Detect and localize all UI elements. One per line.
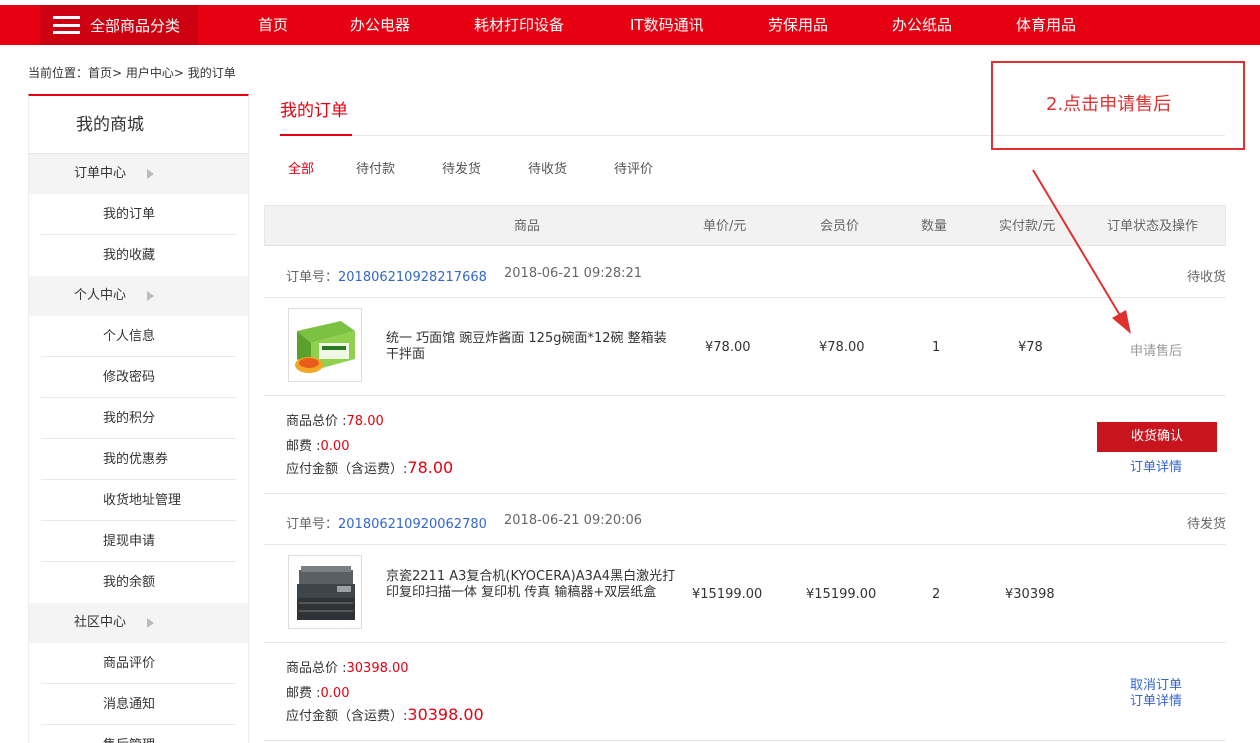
order-time: 2018-06-21 09:28:21 <box>504 266 643 281</box>
paid-amount: ¥30398 <box>1005 587 1055 602</box>
shipping-fee: 0.00 <box>320 686 350 701</box>
sidebar-item-addresses[interactable]: 收货地址管理 <box>41 480 236 521</box>
nav-item-paper[interactable]: 办公纸品 <box>892 5 952 45</box>
sidebar-group-personal-center[interactable]: 个人中心 <box>29 276 248 316</box>
unit-price: ¥15199.00 <box>692 587 763 602</box>
quantity: 2 <box>932 587 941 602</box>
tab-pending-receipt[interactable]: 待收货 <box>528 158 567 177</box>
order-number-label: 订单号：201806210920062780 <box>286 517 487 532</box>
order-status: 待发货 <box>1186 517 1226 532</box>
triangle-right-icon <box>147 291 154 301</box>
column-header-quantity: 数量 <box>921 219 948 234</box>
tab-pending-payment[interactable]: 待付款 <box>356 158 395 177</box>
sidebar-item-my-orders[interactable]: 我的订单 <box>41 194 236 235</box>
sidebar-group-label: 订单中心 <box>74 166 127 181</box>
confirm-receipt-button[interactable]: 收货确认 <box>1097 422 1217 452</box>
sidebar-group-order-center[interactable]: 订单中心 <box>29 154 248 194</box>
tab-pending-review[interactable]: 待评价 <box>614 158 653 177</box>
column-header-unit-price: 单价/元 <box>703 219 747 234</box>
breadcrumb: 当前位置：首页> 用户中心> 我的订单 <box>28 66 236 80</box>
order-number[interactable]: 201806210920062780 <box>338 517 487 532</box>
nav-item-labor-protection[interactable]: 劳保用品 <box>768 5 828 45</box>
annotation-text: 2.点击申请售后 <box>1046 94 1172 115</box>
tab-pending-shipment[interactable]: 待发货 <box>442 158 481 177</box>
goods-total: 30398.00 <box>346 661 409 676</box>
title-underline <box>280 134 352 136</box>
product-image-copier[interactable] <box>288 555 362 629</box>
menu-icon <box>53 16 80 34</box>
order-header: 订单号：201806210920062780 2018-06-21 09:20:… <box>264 497 1226 545</box>
sidebar-title: 我的商城 <box>29 96 248 154</box>
order-product-row: 统一 巧面馆 豌豆炸酱面 125g碗面*12碗 整箱装 干拌面 ¥78.00 ¥… <box>264 298 1226 396</box>
payable-amount: 30398.00 <box>407 705 484 724</box>
order-summary: 商品总价 :30398.00 邮费 :0.00 应付金额（含运费）:30398.… <box>264 643 1226 741</box>
order-product-row: 京瓷2211 A3复合机(KYOCERA)A3A4黑白激光打印复印扫描一体 复印… <box>264 545 1226 643</box>
nav-item-printing[interactable]: 耗材打印设备 <box>474 5 564 45</box>
product-image-noodles[interactable] <box>288 308 362 382</box>
order-status: 待收货 <box>1186 270 1226 285</box>
sidebar-item-change-password[interactable]: 修改密码 <box>41 357 236 398</box>
column-header-status-actions: 订单状态及操作 <box>1107 219 1199 234</box>
shipping-line: 邮费 :0.00 <box>286 686 350 701</box>
category-menu-button[interactable]: 全部商品分类 <box>40 5 198 45</box>
column-header-paid: 实付款/元 <box>999 219 1056 234</box>
goods-total: 78.00 <box>346 414 384 429</box>
order-details-link[interactable]: 订单详情 <box>1130 690 1182 709</box>
triangle-right-icon <box>147 618 154 628</box>
page-title: 我的订单 <box>280 101 348 121</box>
order-summary: 商品总价 :78.00 邮费 :0.00 应付金额（含运费）:78.00 收货确… <box>264 396 1226 494</box>
payable-line: 应付金额（含运费）:30398.00 <box>286 705 484 724</box>
table-header: 商品 单价/元 会员价 数量 实付款/元 订单状态及操作 <box>264 205 1226 246</box>
order-time: 2018-06-21 09:20:06 <box>504 513 643 528</box>
paid-amount: ¥78 <box>1018 340 1043 355</box>
order-header: 订单号：201806210928217668 2018-06-21 09:28:… <box>264 250 1226 298</box>
sidebar-item-messages[interactable]: 消息通知 <box>41 684 236 725</box>
member-price: ¥78.00 <box>819 340 865 355</box>
quantity: 1 <box>932 340 941 355</box>
payable-amount: 78.00 <box>407 458 454 477</box>
column-header-product: 商品 <box>514 219 541 234</box>
tab-all[interactable]: 全部 <box>288 158 314 177</box>
payable-line: 应付金额（含运费）:78.00 <box>286 458 454 477</box>
goods-total-line: 商品总价 :78.00 <box>286 414 384 429</box>
nav-item-office-appliances[interactable]: 办公电器 <box>350 5 410 45</box>
sidebar-item-coupons[interactable]: 我的优惠券 <box>41 439 236 480</box>
sidebar-group-community-center[interactable]: 社区中心 <box>29 603 248 643</box>
unit-price: ¥78.00 <box>705 340 751 355</box>
sidebar-item-favorites[interactable]: 我的收藏 <box>41 235 236 276</box>
top-nav: 全部商品分类 首页 办公电器 耗材打印设备 IT数码通讯 劳保用品 办公纸品 体… <box>0 5 1260 45</box>
column-header-member-price: 会员价 <box>820 219 860 234</box>
sidebar-group-label: 个人中心 <box>74 288 127 303</box>
goods-total-line: 商品总价 :30398.00 <box>286 661 409 676</box>
triangle-right-icon <box>147 169 154 179</box>
order-number-label: 订单号：201806210928217668 <box>286 270 487 285</box>
nav-item-sports[interactable]: 体育用品 <box>1016 5 1076 45</box>
nav-item-home[interactable]: 首页 <box>258 5 288 45</box>
order-number[interactable]: 201806210928217668 <box>338 270 487 285</box>
member-price: ¥15199.00 <box>806 587 877 602</box>
shipping-line: 邮费 :0.00 <box>286 439 350 454</box>
sidebar: 我的商城 订单中心 我的订单 我的收藏 个人中心 个人信息 修改密码 我的积分 … <box>28 94 249 743</box>
apply-after-sales-link[interactable]: 申请售后 <box>1130 340 1182 359</box>
category-label: 全部商品分类 <box>90 16 181 35</box>
sidebar-item-points[interactable]: 我的积分 <box>41 398 236 439</box>
sidebar-item-withdraw[interactable]: 提现申请 <box>41 521 236 562</box>
sidebar-item-after-sales[interactable]: 售后管理 <box>41 725 236 743</box>
shipping-fee: 0.00 <box>320 439 350 454</box>
sidebar-item-reviews[interactable]: 商品评价 <box>41 643 236 684</box>
order-details-link[interactable]: 订单详情 <box>1130 456 1182 475</box>
sidebar-item-balance[interactable]: 我的余额 <box>41 562 236 603</box>
product-name[interactable]: 统一 巧面馆 豌豆炸酱面 125g碗面*12碗 整箱装 干拌面 <box>386 331 676 363</box>
sidebar-item-profile[interactable]: 个人信息 <box>41 316 236 357</box>
sidebar-group-label: 社区中心 <box>74 615 127 630</box>
nav-item-it-digital[interactable]: IT数码通讯 <box>630 5 704 45</box>
product-name[interactable]: 京瓷2211 A3复合机(KYOCERA)A3A4黑白激光打印复印扫描一体 复印… <box>386 569 676 601</box>
